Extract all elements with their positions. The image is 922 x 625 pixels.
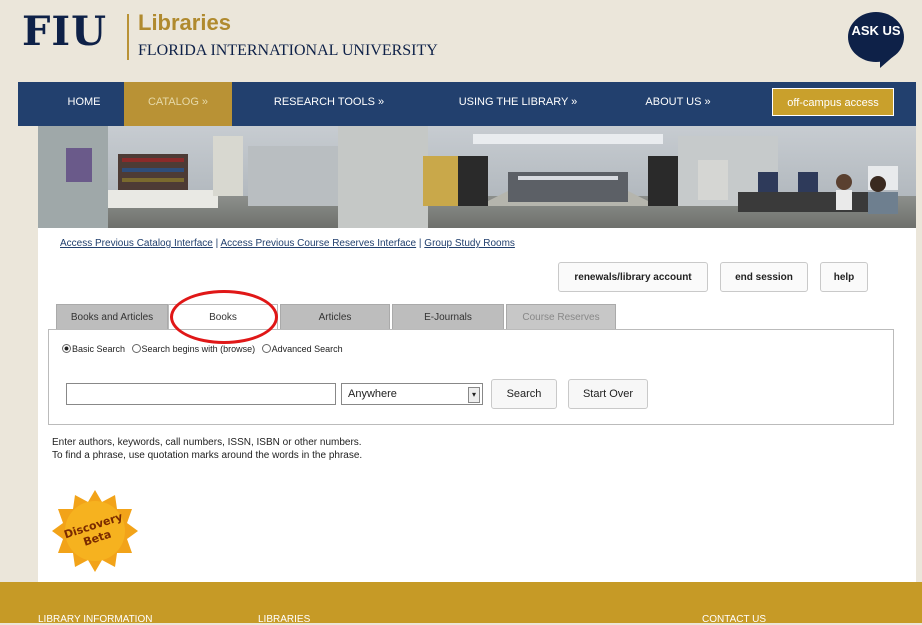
- footer-contact-us[interactable]: CONTACT US: [702, 614, 766, 625]
- footer-libraries[interactable]: LIBRARIES: [258, 614, 310, 625]
- previous-catalog-link[interactable]: Access Previous Catalog Interface: [60, 238, 213, 249]
- previous-course-reserves-link[interactable]: Access Previous Course Reserves Interfac…: [220, 238, 416, 249]
- site-header: FIU Libraries FLORIDA INTERNATIONAL UNIV…: [0, 0, 922, 80]
- annotation-circle: [170, 290, 278, 344]
- radio-advanced-search[interactable]: Advanced Search: [261, 344, 345, 354]
- footer-library-information[interactable]: LIBRARY INFORMATION: [38, 614, 152, 625]
- renewals-library-account-button[interactable]: renewals/library account: [558, 262, 708, 292]
- discovery-beta-badge[interactable]: Discovery Beta: [52, 488, 138, 574]
- radio-icon[interactable]: [261, 344, 271, 353]
- radio-icon[interactable]: [131, 344, 141, 353]
- help-button[interactable]: help: [820, 262, 868, 292]
- link-separator: |: [418, 238, 422, 249]
- link-separator: |: [215, 238, 219, 249]
- tab-course-reserves[interactable]: Course Reserves: [506, 304, 616, 330]
- radio-basic-search[interactable]: Basic Search: [62, 344, 127, 354]
- radio-search-begins-with[interactable]: Search begins with (browse): [131, 344, 258, 354]
- nav-research-tools[interactable]: RESEARCH TOOLS »: [254, 82, 404, 126]
- ask-us-button[interactable]: ASK US: [848, 12, 904, 68]
- university-name: FLORIDA INTERNATIONAL UNIVERSITY: [138, 42, 438, 59]
- dropdown-arrow-icon[interactable]: ▾: [468, 387, 480, 403]
- search-scope-select[interactable]: Anywhere ▾: [341, 383, 483, 405]
- libraries-title[interactable]: Libraries: [138, 10, 231, 36]
- nav-home[interactable]: HOME: [42, 82, 126, 126]
- off-campus-access-button[interactable]: off-campus access: [772, 88, 894, 116]
- tab-books-and-articles[interactable]: Books and Articles: [56, 304, 168, 330]
- search-help-text: Enter authors, keywords, call numbers, I…: [52, 436, 362, 462]
- search-input[interactable]: [66, 383, 336, 405]
- nav-about-us[interactable]: ABOUT US »: [628, 82, 728, 126]
- start-over-button[interactable]: Start Over: [568, 379, 648, 409]
- tab-e-journals[interactable]: E-Journals: [392, 304, 504, 330]
- radio-selected-icon[interactable]: [62, 344, 71, 353]
- library-banner-photo: [38, 126, 916, 228]
- search-scope-value: Anywhere: [348, 388, 397, 400]
- fiu-logo[interactable]: FIU: [22, 8, 107, 55]
- end-session-button[interactable]: end session: [720, 262, 808, 292]
- logo-divider: [127, 14, 129, 60]
- tab-articles[interactable]: Articles: [280, 304, 390, 330]
- group-study-rooms-link[interactable]: Group Study Rooms: [424, 238, 515, 249]
- search-mode-options: Basic Search Search begins with (browse)…: [62, 344, 347, 354]
- search-button[interactable]: Search: [491, 379, 557, 409]
- help-line-2: To find a phrase, use quotation marks ar…: [52, 450, 363, 461]
- catalog-links: Access Previous Catalog Interface | Acce…: [60, 238, 515, 249]
- help-line-1: Enter authors, keywords, call numbers, I…: [52, 437, 362, 448]
- nav-using-the-library[interactable]: USING THE LIBRARY »: [438, 82, 598, 126]
- nav-catalog[interactable]: CATALOG »: [124, 82, 232, 126]
